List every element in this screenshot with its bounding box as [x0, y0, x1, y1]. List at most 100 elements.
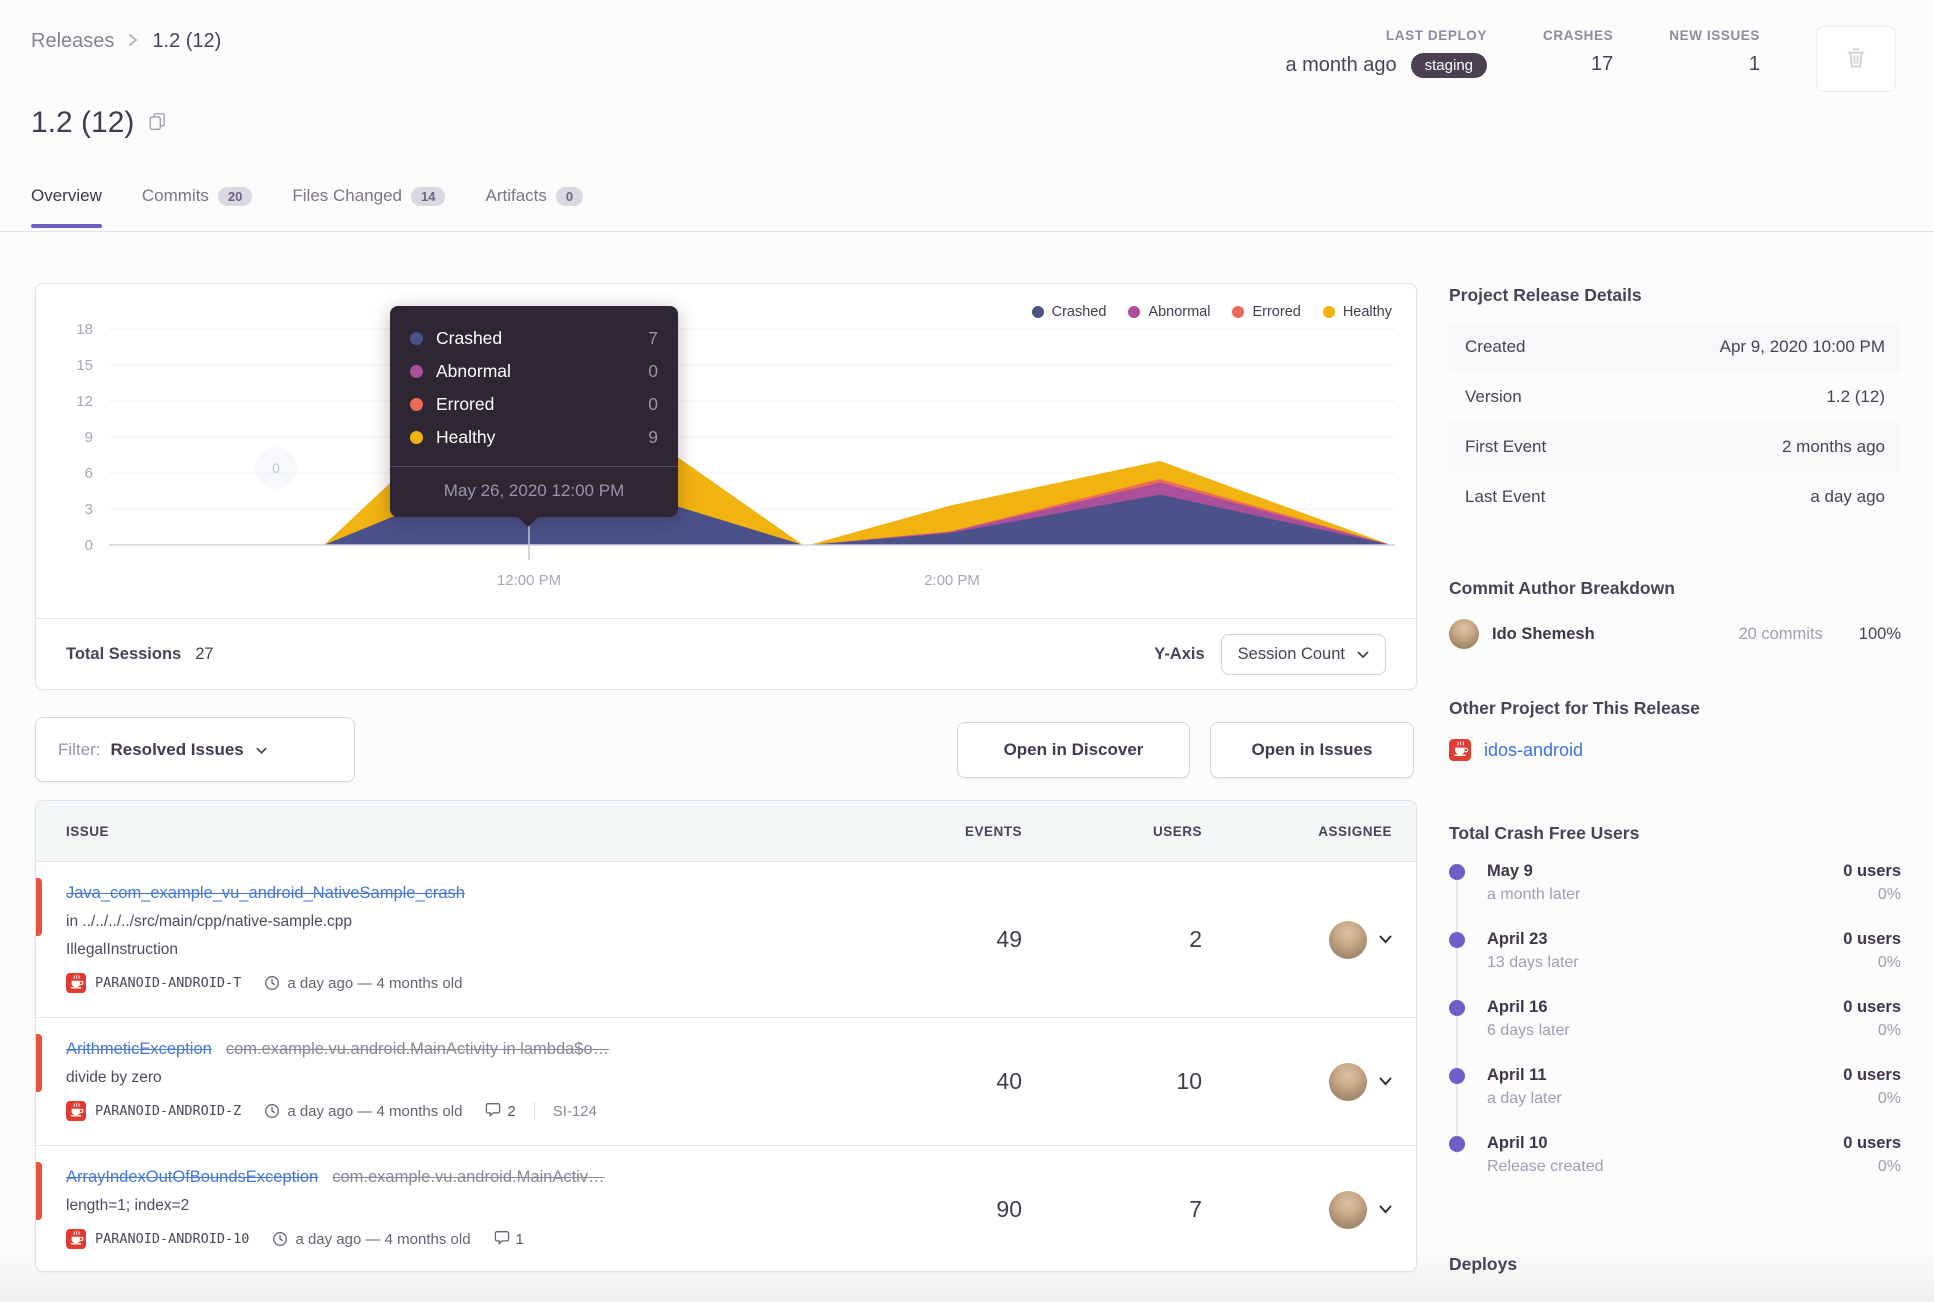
issues-filter-dropdown[interactable]: Filter: Resolved Issues	[35, 717, 355, 782]
timeline-dot-icon	[1449, 1136, 1465, 1152]
timeline-entry: April 23 0 users 13 days later 0%	[1449, 930, 1901, 998]
issue-message: divide by zero	[66, 1069, 162, 1086]
assignee-avatar[interactable]	[1329, 1190, 1367, 1229]
delete-release-button[interactable]	[1816, 26, 1896, 92]
new-issues-value: 1	[1748, 53, 1760, 75]
abnormal-dot-icon	[410, 365, 423, 378]
assignee-avatar[interactable]	[1329, 920, 1367, 959]
svg-text:18: 18	[76, 321, 93, 338]
svg-text:9: 9	[85, 429, 93, 446]
legend-item-healthy[interactable]: Healthy	[1322, 304, 1392, 320]
tab-overview[interactable]: Overview	[31, 186, 102, 228]
timeline-entry: April 10 0 users Release created 0%	[1449, 1134, 1901, 1202]
meta-divider	[533, 1102, 535, 1120]
kv-row-last-event: Last Event a day ago	[1465, 487, 1885, 506]
crashed-dot-icon	[410, 332, 423, 345]
timeline-entry: April 11 0 users a day later 0%	[1449, 1066, 1901, 1134]
crashes-value: 17	[1590, 53, 1614, 75]
yaxis-label: Y-Axis	[1154, 644, 1205, 663]
author-avatar	[1449, 619, 1479, 649]
tab-files-changed-badge: 14	[411, 186, 446, 206]
column-assignee: ASSIGNEE	[1318, 823, 1392, 839]
tab-artifacts[interactable]: Artifacts 0	[485, 186, 584, 228]
clock-icon	[264, 1103, 280, 1119]
header-stats: LAST DEPLOY a month ago staging CRASHES …	[1285, 26, 1896, 92]
comment-icon	[494, 1230, 510, 1249]
release-details-heading: Project Release Details	[1449, 285, 1642, 305]
crash-free-timeline: May 9 0 users a month later 0% April 23 …	[1449, 862, 1901, 1202]
errored-dot-icon	[410, 398, 423, 411]
copy-icon	[148, 112, 167, 134]
tab-commits[interactable]: Commits 20	[142, 186, 253, 228]
column-users: USERS	[1152, 823, 1202, 839]
legend-item-crashed[interactable]: Crashed	[1031, 304, 1107, 320]
release-details-table: Created Apr 9, 2020 10:00 PM Version 1.2…	[1449, 322, 1901, 522]
legend-item-abnormal[interactable]: Abnormal	[1128, 304, 1210, 320]
legend-item-errored[interactable]: Errored	[1232, 304, 1301, 320]
author-percent: 100%	[1858, 624, 1901, 643]
unhandled-indicator-bar	[36, 1034, 42, 1092]
page-title-row: 1.2 (12)	[31, 106, 167, 140]
deploys-heading: Deploys	[1449, 1254, 1518, 1274]
users-count: 7	[1189, 1196, 1202, 1222]
tab-files-changed[interactable]: Files Changed 14	[292, 186, 446, 228]
java-project-icon	[1449, 739, 1471, 761]
chevron-down-icon[interactable]	[1379, 931, 1392, 949]
open-in-discover-button[interactable]: Open in Discover	[957, 722, 1190, 778]
commit-authors-heading: Commit Author Breakdown	[1449, 578, 1675, 598]
tab-overview-label: Overview	[31, 186, 102, 205]
svg-text:12:00 PM: 12:00 PM	[497, 572, 561, 589]
project-slug[interactable]: PARANOID-ANDROID-Z	[95, 1103, 241, 1119]
linked-ticket[interactable]: SI-124	[553, 1103, 597, 1120]
healthy-dot-icon	[410, 431, 423, 444]
java-project-icon	[66, 1229, 86, 1249]
commit-author-row: Ido Shemesh 20 commits 100%	[1449, 619, 1901, 649]
events-count: 49	[996, 926, 1022, 952]
trash-icon	[1843, 45, 1869, 74]
breadcrumb-releases-link[interactable]: Releases	[31, 30, 114, 53]
other-project-heading: Other Project for This Release	[1449, 698, 1700, 718]
tooltip-row-crashed: Crashed 7	[410, 322, 658, 355]
tab-artifacts-label: Artifacts	[485, 186, 547, 205]
tab-bar-border	[0, 231, 1934, 232]
kv-row-version: Version 1.2 (12)	[1465, 387, 1885, 406]
java-project-icon	[66, 973, 86, 993]
timeline-entry: April 16 0 users 6 days later 0%	[1449, 998, 1901, 1066]
issue-title-link[interactable]: ArithmeticException	[66, 1040, 212, 1059]
last-deploy-label: LAST DEPLOY	[1385, 28, 1488, 43]
chevron-down-icon	[1357, 645, 1369, 664]
timeline-dot-icon	[1449, 864, 1465, 880]
other-project-link[interactable]: idos-android	[1484, 740, 1583, 761]
svg-text:15: 15	[76, 357, 93, 374]
chevron-down-icon[interactable]	[1379, 1201, 1392, 1219]
project-slug[interactable]: PARANOID-ANDROID-10	[95, 1231, 249, 1247]
comments-chip[interactable]: 2	[485, 1102, 516, 1121]
open-in-issues-button[interactable]: Open in Issues	[1210, 722, 1414, 778]
unhandled-indicator-bar	[36, 878, 42, 936]
legend-crashed-label: Crashed	[1051, 304, 1107, 320]
assignee-avatar[interactable]	[1329, 1062, 1367, 1101]
yaxis-select[interactable]: Session Count	[1220, 633, 1386, 675]
environment-badge: staging	[1410, 53, 1488, 78]
issue-message: IllegalInstruction	[66, 941, 179, 958]
legend-abnormal-label: Abnormal	[1148, 304, 1211, 320]
stat-crashes: CRASHES 17	[1543, 28, 1613, 76]
svg-text:6: 6	[85, 465, 93, 482]
tooltip-row-healthy: Healthy 9	[410, 421, 658, 454]
stacked-area-chart[interactable]: 0 3 6 9 12 15 18 0 12:00 PM 2:00 PM	[36, 284, 1414, 618]
chart-tooltip: Crashed 7 Abnormal 0 Errored 0 Healthy 9	[390, 306, 678, 527]
issue-title-link[interactable]: ArrayIndexOutOfBoundsException	[66, 1168, 318, 1187]
filter-label: Filter:	[58, 739, 101, 759]
filter-value: Resolved Issues	[110, 739, 244, 759]
comments-chip[interactable]: 1	[494, 1230, 524, 1249]
author-name: Ido Shemesh	[1492, 624, 1595, 643]
project-slug[interactable]: PARANOID-ANDROID-T	[95, 975, 241, 991]
issue-title-link[interactable]: Java_com_example_vu_android_NativeSample…	[66, 884, 465, 903]
svg-text:12: 12	[76, 393, 93, 410]
crash-free-heading: Total Crash Free Users	[1449, 823, 1640, 843]
comment-count: 1	[515, 1230, 524, 1248]
chevron-down-icon[interactable]	[1379, 1073, 1392, 1091]
events-count: 90	[996, 1196, 1022, 1222]
issue-row: ArrayIndexOutOfBoundsException com.examp…	[36, 1146, 1416, 1271]
copy-version-button[interactable]	[148, 112, 167, 134]
